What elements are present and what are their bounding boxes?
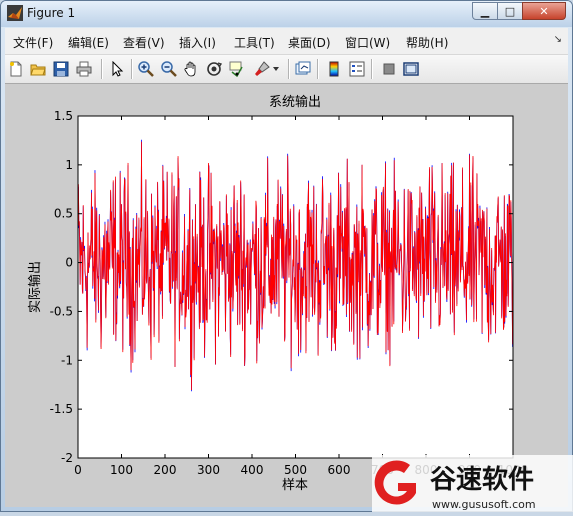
legend-icon[interactable] <box>348 60 366 78</box>
brush-dropdown-icon[interactable] <box>271 60 281 78</box>
menu-file[interactable]: 文件(F) <box>13 34 53 51</box>
toolbar-separator <box>317 59 319 79</box>
figure-canvas: 01002003004005006007008009001000 -2-1.5-… <box>5 84 568 507</box>
brush-icon[interactable] <box>253 60 271 78</box>
figure-window: Figure 1 ▁ □ ✕ 文件(F) 编辑(E) 查看(V) 插入(I) 工… <box>0 0 573 512</box>
y-tick-label: -1.5 <box>50 402 73 416</box>
pan-hand-icon[interactable] <box>182 60 200 78</box>
colorbar-icon[interactable] <box>325 60 343 78</box>
x-tick-label: 100 <box>110 463 133 477</box>
menu-help[interactable]: 帮助(H) <box>406 34 448 51</box>
x-tick-label: 500 <box>284 463 307 477</box>
menu-desktop[interactable]: 桌面(D) <box>288 34 331 51</box>
plot-svg: 01002003004005006007008009001000 -2-1.5-… <box>27 94 528 493</box>
matlab-logo-icon <box>7 5 23 21</box>
menu-tools[interactable]: 工具(T) <box>234 34 275 51</box>
menu-dock-arrow-icon[interactable]: ↘ <box>554 34 562 45</box>
x-tick-label: 400 <box>241 463 264 477</box>
x-tick-label: 300 <box>197 463 220 477</box>
print-icon[interactable] <box>75 60 93 78</box>
x-tick-label: 600 <box>328 463 351 477</box>
maximize-icon: □ <box>504 4 516 18</box>
y-tick-label: 1 <box>65 158 73 172</box>
open-file-icon[interactable] <box>29 60 47 78</box>
y-tick-label: 0 <box>65 256 73 270</box>
show-plot-tools-icon[interactable] <box>402 60 420 78</box>
menu-edit[interactable]: 编辑(E) <box>68 34 109 51</box>
data-cursor-icon[interactable] <box>228 60 246 78</box>
menu-view[interactable]: 查看(V) <box>123 34 165 51</box>
link-plot-icon[interactable] <box>294 60 312 78</box>
watermark: 谷速软件 www.gususoft.com <box>372 455 573 512</box>
x-tick-label: 0 <box>74 463 82 477</box>
y-tick-label: 0.5 <box>54 207 73 221</box>
y-axis-label: 实际输出 <box>27 261 43 313</box>
watermark-brand: 谷速软件 <box>430 465 534 495</box>
zoom-in-icon[interactable] <box>137 60 155 78</box>
minimize-icon: ▁ <box>480 4 490 18</box>
y-tick-label: -1 <box>61 353 73 367</box>
menu-bar: 文件(F) 编辑(E) 查看(V) 插入(I) 工具(T) 桌面(D) 窗口(W… <box>5 28 568 55</box>
edit-plot-arrow-icon[interactable] <box>108 60 126 78</box>
y-tick-label: -2 <box>61 451 73 465</box>
hide-plot-tools-icon[interactable] <box>380 60 398 78</box>
rotate-3d-icon[interactable] <box>205 60 223 78</box>
window-title: Figure 1 <box>27 6 76 20</box>
toolbar-separator <box>131 59 133 79</box>
zoom-out-icon[interactable] <box>160 60 178 78</box>
toolbar-separator <box>371 59 373 79</box>
toolbar-separator <box>101 59 103 79</box>
toolbar-separator <box>288 59 290 79</box>
menu-insert[interactable]: 插入(I) <box>179 34 216 51</box>
close-button[interactable]: ✕ <box>522 2 566 20</box>
x-tick-label: 200 <box>154 463 177 477</box>
minimize-button[interactable]: ▁ <box>472 2 498 20</box>
chart-title: 系统输出 <box>269 94 321 110</box>
window-controls: ▁ □ ✕ <box>472 2 566 20</box>
x-axis-label: 样本 <box>282 478 308 493</box>
menu-window[interactable]: 窗口(W) <box>345 34 390 51</box>
y-tick-label: -0.5 <box>50 304 73 318</box>
new-figure-icon[interactable] <box>7 60 25 78</box>
maximize-button[interactable]: □ <box>497 2 523 20</box>
figure-toolbar <box>5 55 568 84</box>
title-bar[interactable]: Figure 1 ▁ □ ✕ <box>1 1 572 27</box>
close-icon: ✕ <box>539 4 549 18</box>
y-tick-label: 1.5 <box>54 109 73 123</box>
watermark-url: www.gususoft.com <box>432 498 536 511</box>
save-icon[interactable] <box>52 60 70 78</box>
